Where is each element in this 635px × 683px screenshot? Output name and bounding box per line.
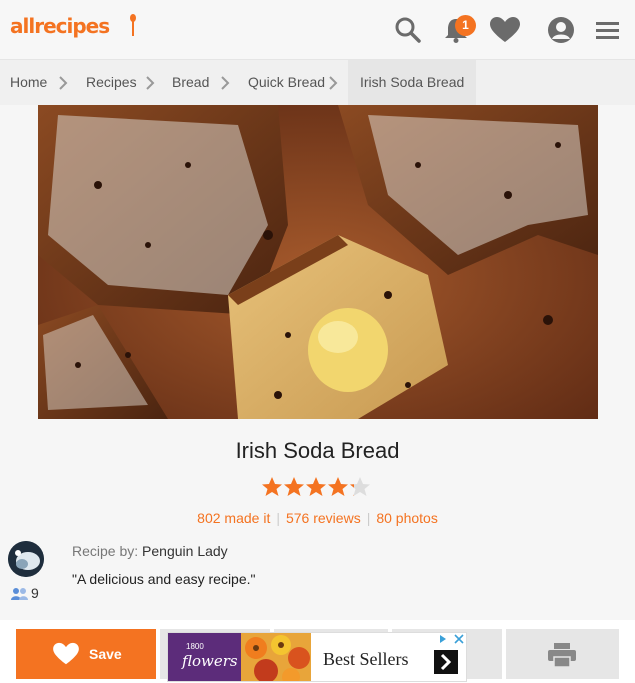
- search-icon[interactable]: [394, 16, 422, 44]
- chevron-right-icon[interactable]: [434, 650, 458, 674]
- site-header: allrecipes 1: [0, 0, 635, 60]
- rating-stars[interactable]: [261, 476, 371, 500]
- action-bar: Save 1800 flowers Best Sellers: [0, 620, 635, 683]
- adchoices-close-icon[interactable]: [436, 633, 466, 645]
- recipe-stats: 802 made it | 576 reviews | 80 photos: [197, 510, 438, 526]
- ad-headline: Best Sellers: [323, 649, 409, 669]
- menu-icon[interactable]: [595, 16, 621, 44]
- breadcrumb-bread[interactable]: Bread: [172, 60, 209, 105]
- breadcrumb-quick-bread[interactable]: Quick Bread: [248, 60, 325, 105]
- save-button[interactable]: Save: [16, 629, 156, 679]
- allrecipes-logo[interactable]: allrecipes: [10, 14, 110, 38]
- chevron-right-icon: [221, 76, 230, 90]
- recipe-description: "A delicious and easy recipe.": [72, 571, 256, 587]
- made-it-link[interactable]: 802 made it: [197, 510, 270, 526]
- save-label: Save: [89, 646, 122, 662]
- ad-brand-logo: 1800 flowers: [168, 633, 241, 681]
- chevron-right-icon: [59, 76, 68, 90]
- breadcrumb-recipes[interactable]: Recipes: [86, 60, 137, 105]
- chevron-right-icon: [329, 76, 338, 90]
- photos-link[interactable]: 80 photos: [376, 510, 438, 526]
- user-icon[interactable]: [547, 16, 575, 44]
- spoon-logo-icon: [130, 14, 136, 36]
- recipe-by: Recipe by: Penguin Lady: [72, 543, 228, 559]
- breadcrumb-current: Irish Soda Bread: [348, 60, 477, 105]
- heart-icon: [53, 642, 79, 665]
- notification-badge: 1: [455, 15, 476, 36]
- recipe-title: Irish Soda Bread: [235, 438, 400, 463]
- chevron-right-icon: [146, 76, 155, 90]
- author-avatar[interactable]: [8, 541, 44, 577]
- breadcrumb-home[interactable]: Home: [10, 60, 47, 105]
- breadcrumb: Home Recipes Bread Quick Bread Irish Sod…: [0, 60, 635, 105]
- print-button[interactable]: [506, 629, 619, 679]
- heart-icon[interactable]: [489, 16, 521, 44]
- star-icon: [262, 477, 348, 496]
- recipe-by-label: Recipe by:: [72, 543, 139, 559]
- followers-count: 9: [31, 585, 39, 601]
- flowers-image: [241, 633, 311, 681]
- author-name-link[interactable]: Penguin Lady: [142, 543, 228, 559]
- reviews-link[interactable]: 576 reviews: [286, 510, 361, 526]
- printer-icon: [548, 643, 576, 668]
- penguin-avatar-icon: [8, 541, 44, 577]
- recipe-photo[interactable]: [38, 105, 598, 419]
- advertisement-banner[interactable]: 1800 flowers Best Sellers: [167, 632, 467, 682]
- followers-icon: [11, 588, 28, 600]
- soda-bread-image: [38, 105, 598, 419]
